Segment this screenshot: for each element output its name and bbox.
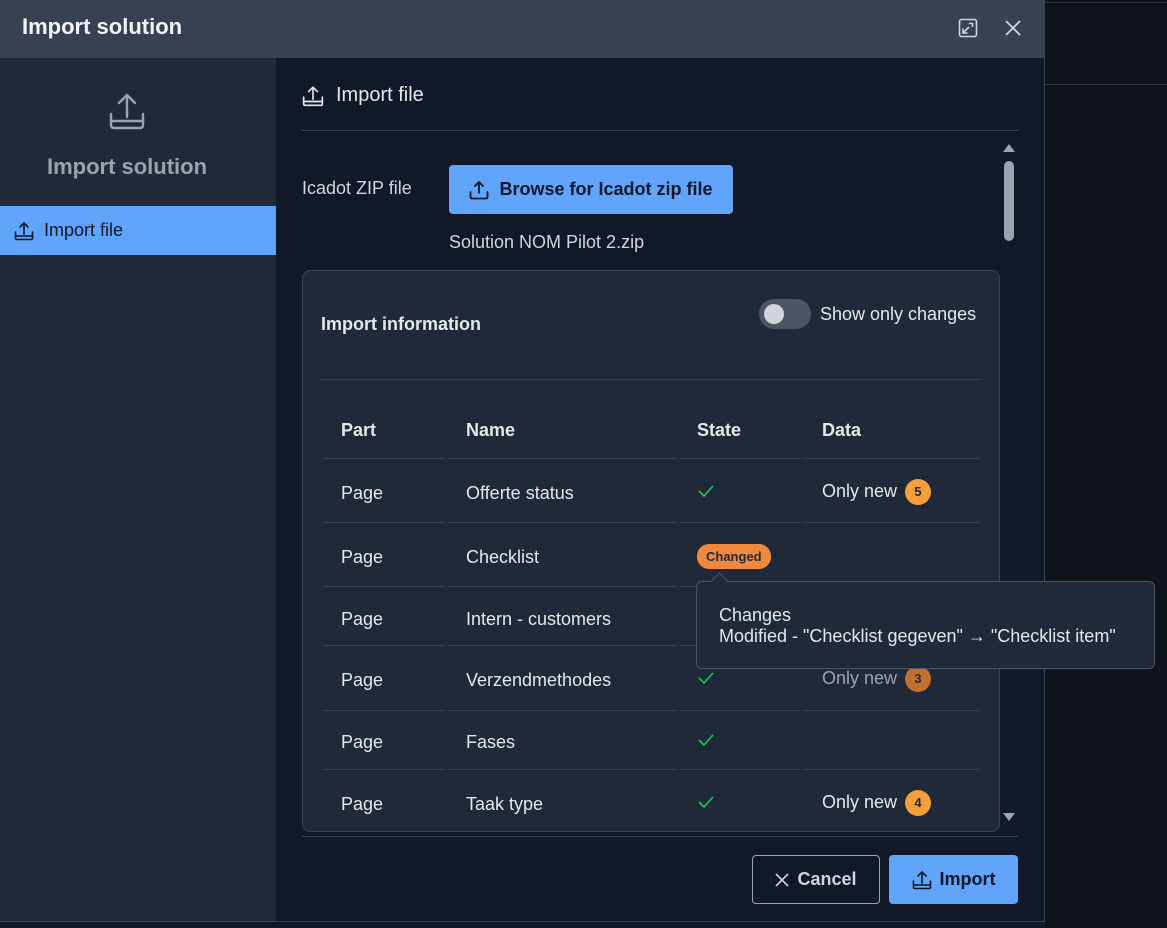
column-header-data[interactable]: Data bbox=[822, 420, 861, 441]
row-divider bbox=[680, 769, 801, 770]
upload-tray-icon bbox=[912, 870, 931, 889]
divider bbox=[1045, 2, 1167, 3]
section-title: Import file bbox=[336, 84, 424, 106]
dialog-titlebar: Import solution bbox=[0, 0, 1044, 58]
changed-badge[interactable]: Changed bbox=[697, 544, 771, 569]
sidebar-item-import-file[interactable]: Import file bbox=[0, 206, 276, 255]
cell-name: Checklist bbox=[466, 547, 540, 567]
cell-part: Page bbox=[341, 670, 384, 690]
row-divider bbox=[804, 710, 979, 711]
column-header-name[interactable]: Name bbox=[466, 420, 515, 441]
expand-icon bbox=[958, 18, 978, 38]
vertical-scrollbar[interactable] bbox=[1000, 139, 1017, 827]
cell-name: Fases bbox=[466, 732, 516, 752]
row-divider bbox=[323, 458, 445, 459]
zip-file-label: Icadot ZIP file bbox=[302, 178, 412, 198]
cell-name: Intern - customers bbox=[466, 609, 612, 629]
background-window bbox=[1045, 0, 1167, 928]
divider bbox=[302, 130, 1018, 131]
show-only-changes-toggle[interactable] bbox=[759, 299, 811, 329]
cell-name: Taak type bbox=[466, 794, 544, 814]
upload-icon bbox=[469, 180, 489, 200]
row-divider bbox=[804, 458, 979, 459]
upload-tray-icon bbox=[302, 85, 324, 107]
row-divider bbox=[448, 710, 677, 711]
row-divider bbox=[680, 710, 801, 711]
cell-data: Only new 3 bbox=[822, 666, 932, 692]
column-header-part[interactable]: Part bbox=[341, 420, 376, 441]
check-icon bbox=[698, 485, 714, 498]
upload-tray-icon bbox=[108, 92, 146, 135]
scroll-down-arrow-icon[interactable] bbox=[1002, 812, 1016, 822]
row-divider bbox=[804, 769, 979, 770]
cell-data: Only new 4 bbox=[822, 790, 932, 816]
dialog-title: Import solution bbox=[22, 14, 183, 39]
import-information-card: Import information Show only changes Par… bbox=[302, 270, 1000, 832]
section-header: Import file bbox=[302, 84, 424, 107]
row-divider bbox=[680, 522, 801, 523]
close-button[interactable] bbox=[1000, 15, 1026, 41]
close-icon bbox=[1005, 20, 1021, 36]
row-divider bbox=[323, 710, 445, 711]
row-divider bbox=[448, 458, 677, 459]
row-divider bbox=[448, 586, 677, 587]
sidebar-item-label: Import file bbox=[44, 220, 124, 240]
cell-part: Page bbox=[341, 609, 384, 629]
cell-part: Page bbox=[341, 547, 384, 567]
cell-name: Verzendmethodes bbox=[466, 670, 612, 690]
scroll-up-arrow-icon[interactable] bbox=[1002, 143, 1016, 153]
import-dialog: Import solution Import solution Import f… bbox=[0, 0, 1155, 922]
tooltip-title: Changes bbox=[719, 605, 792, 625]
check-icon bbox=[698, 734, 714, 747]
browse-button-label: Browse for Icadot zip file bbox=[499, 179, 713, 199]
count-badge: 4 bbox=[905, 790, 932, 816]
cell-part: Page bbox=[341, 794, 384, 814]
tooltip-detail: Modified - "Checklist gegeven" → "Checkl… bbox=[719, 626, 1116, 646]
column-header-state[interactable]: State bbox=[697, 420, 741, 441]
import-label: Import bbox=[939, 869, 996, 889]
check-icon bbox=[698, 796, 714, 809]
cell-part: Page bbox=[341, 732, 384, 752]
data-label: Only new bbox=[822, 480, 898, 501]
cell-name: Offerte status bbox=[466, 483, 574, 503]
cancel-button[interactable]: Cancel bbox=[752, 855, 880, 904]
sidebar-title: Import solution bbox=[46, 154, 208, 179]
divider bbox=[321, 379, 981, 380]
row-divider bbox=[448, 522, 677, 523]
sidebar bbox=[0, 58, 276, 921]
upload-tray-icon bbox=[14, 221, 34, 241]
count-badge: 3 bbox=[905, 666, 932, 692]
row-divider bbox=[804, 522, 979, 523]
cell-data: Only new 5 bbox=[822, 479, 932, 505]
row-divider bbox=[323, 769, 445, 770]
row-divider bbox=[323, 586, 445, 587]
row-divider bbox=[323, 522, 445, 523]
card-title: Import information bbox=[321, 314, 481, 334]
selected-file-name: Solution NOM Pilot 2.zip bbox=[449, 232, 645, 252]
divider bbox=[302, 836, 1018, 837]
check-icon bbox=[698, 672, 714, 685]
browse-zip-button[interactable]: Browse for Icadot zip file bbox=[449, 165, 733, 214]
import-button[interactable]: Import bbox=[889, 855, 1018, 904]
data-label: Only new bbox=[822, 791, 898, 812]
expand-button[interactable] bbox=[955, 15, 981, 41]
row-divider bbox=[448, 645, 677, 646]
scroll-thumb[interactable] bbox=[1004, 161, 1014, 241]
toggle-knob bbox=[764, 304, 784, 324]
count-badge: 5 bbox=[905, 479, 932, 505]
cancel-label: Cancel bbox=[797, 869, 857, 889]
divider bbox=[1045, 84, 1167, 85]
close-icon bbox=[775, 872, 790, 887]
row-divider bbox=[680, 458, 801, 459]
data-label: Only new bbox=[822, 667, 898, 688]
row-divider bbox=[448, 769, 677, 770]
changes-tooltip: Changes Modified - "Checklist gegeven" →… bbox=[696, 572, 1155, 669]
cell-part: Page bbox=[341, 483, 384, 503]
row-divider bbox=[323, 645, 445, 646]
toggle-label: Show only changes bbox=[820, 304, 977, 324]
